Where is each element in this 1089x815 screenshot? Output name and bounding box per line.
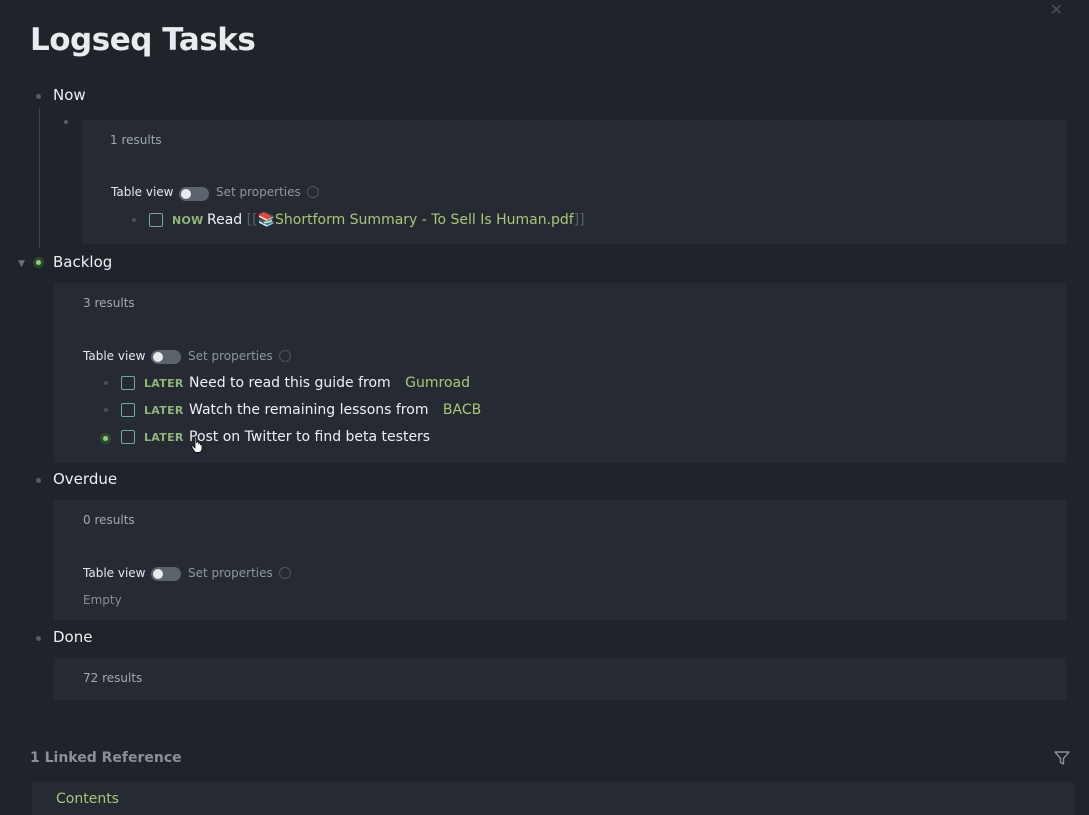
results-count: 72 results bbox=[83, 671, 143, 685]
linked-reference-block: Contents bbox=[32, 782, 1074, 815]
table-view-toggle[interactable] bbox=[151, 567, 181, 581]
set-properties-button[interactable]: Set properties bbox=[188, 349, 273, 363]
bullet[interactable] bbox=[64, 120, 68, 124]
set-properties-button[interactable]: Set properties bbox=[188, 566, 273, 580]
query-panel-backlog: 3 results Table view Set properties LATE… bbox=[54, 283, 1066, 463]
empty-text: Empty bbox=[83, 593, 122, 607]
toggle-knob bbox=[153, 352, 163, 362]
table-view-toggle[interactable] bbox=[151, 350, 181, 364]
results-count: 0 results bbox=[83, 513, 135, 527]
task-text[interactable]: Watch the remaining lessons from BACB bbox=[189, 402, 481, 418]
ref-chip[interactable]: BACB bbox=[443, 402, 481, 418]
table-view-label: Table view bbox=[83, 349, 146, 363]
gear-icon[interactable] bbox=[279, 350, 291, 362]
page-ref-open: [[ bbox=[246, 212, 258, 228]
bullet-active[interactable] bbox=[33, 257, 44, 268]
section-label-overdue[interactable]: Overdue bbox=[53, 470, 117, 488]
task-checkbox[interactable] bbox=[149, 213, 163, 227]
table-view-label: Table view bbox=[83, 566, 146, 580]
filter-icon[interactable] bbox=[1054, 750, 1070, 770]
page-ref-close: ]] bbox=[573, 212, 585, 228]
task-text[interactable]: Post on Twitter to find beta testers bbox=[189, 429, 430, 445]
bullet-active[interactable] bbox=[100, 433, 111, 444]
contents-page-link[interactable]: Contents bbox=[56, 791, 119, 807]
query-panel-overdue: 0 results Table view Set properties Empt… bbox=[54, 500, 1066, 620]
results-count: 3 results bbox=[83, 296, 135, 310]
task-checkbox[interactable] bbox=[121, 376, 135, 390]
table-view-label: Table view bbox=[111, 185, 174, 199]
table-view-toggle[interactable] bbox=[179, 187, 209, 201]
linked-references-title[interactable]: 1 Linked Reference bbox=[30, 750, 182, 766]
bullet[interactable] bbox=[36, 636, 41, 641]
guide-line bbox=[39, 108, 40, 248]
bullet[interactable] bbox=[36, 478, 41, 483]
task-checkbox[interactable] bbox=[121, 430, 135, 444]
task-text-body: Need to read this guide from bbox=[189, 375, 391, 391]
task-text-body: Post on Twitter to find beta testers bbox=[189, 429, 431, 445]
gear-icon[interactable] bbox=[279, 567, 291, 579]
bullet[interactable] bbox=[104, 408, 108, 412]
page-ref-link[interactable]: 📚Shortform Summary - To Sell Is Human.pd… bbox=[258, 212, 574, 228]
gear-icon[interactable] bbox=[307, 186, 319, 198]
section-label-backlog[interactable]: Backlog bbox=[53, 253, 112, 271]
task-text-body: Watch the remaining lessons from bbox=[189, 402, 429, 418]
task-marker[interactable]: NOW bbox=[172, 214, 204, 227]
set-properties-button[interactable]: Set properties bbox=[216, 185, 301, 199]
bullet[interactable] bbox=[132, 218, 136, 222]
section-label-now[interactable]: Now bbox=[53, 86, 86, 104]
bullet[interactable] bbox=[36, 94, 41, 99]
section-label-done[interactable]: Done bbox=[53, 628, 92, 646]
task-marker[interactable]: LATER bbox=[144, 431, 184, 444]
cursor-icon bbox=[191, 436, 205, 458]
toggle-knob bbox=[153, 569, 163, 579]
task-text-prefix: Read bbox=[207, 212, 243, 228]
query-panel-now: 1 results Table view Set properties NOW … bbox=[82, 120, 1066, 244]
task-text[interactable]: Need to read this guide from Gumroad bbox=[189, 375, 470, 391]
task-marker[interactable]: LATER bbox=[144, 404, 184, 417]
task-text[interactable]: Read [[📚Shortform Summary - To Sell Is H… bbox=[207, 212, 585, 228]
task-checkbox[interactable] bbox=[121, 403, 135, 417]
ref-chip[interactable]: Gumroad bbox=[405, 375, 470, 391]
toggle-knob bbox=[181, 189, 191, 199]
bullet[interactable] bbox=[104, 381, 108, 385]
arrow-down-icon[interactable]: ▼ bbox=[18, 259, 25, 269]
close-icon[interactable]: ✕ bbox=[1050, 0, 1063, 19]
page-title: Logseq Tasks bbox=[30, 22, 256, 58]
query-panel-done: 72 results bbox=[54, 658, 1066, 700]
results-count: 1 results bbox=[110, 133, 162, 147]
task-marker[interactable]: LATER bbox=[144, 377, 184, 390]
